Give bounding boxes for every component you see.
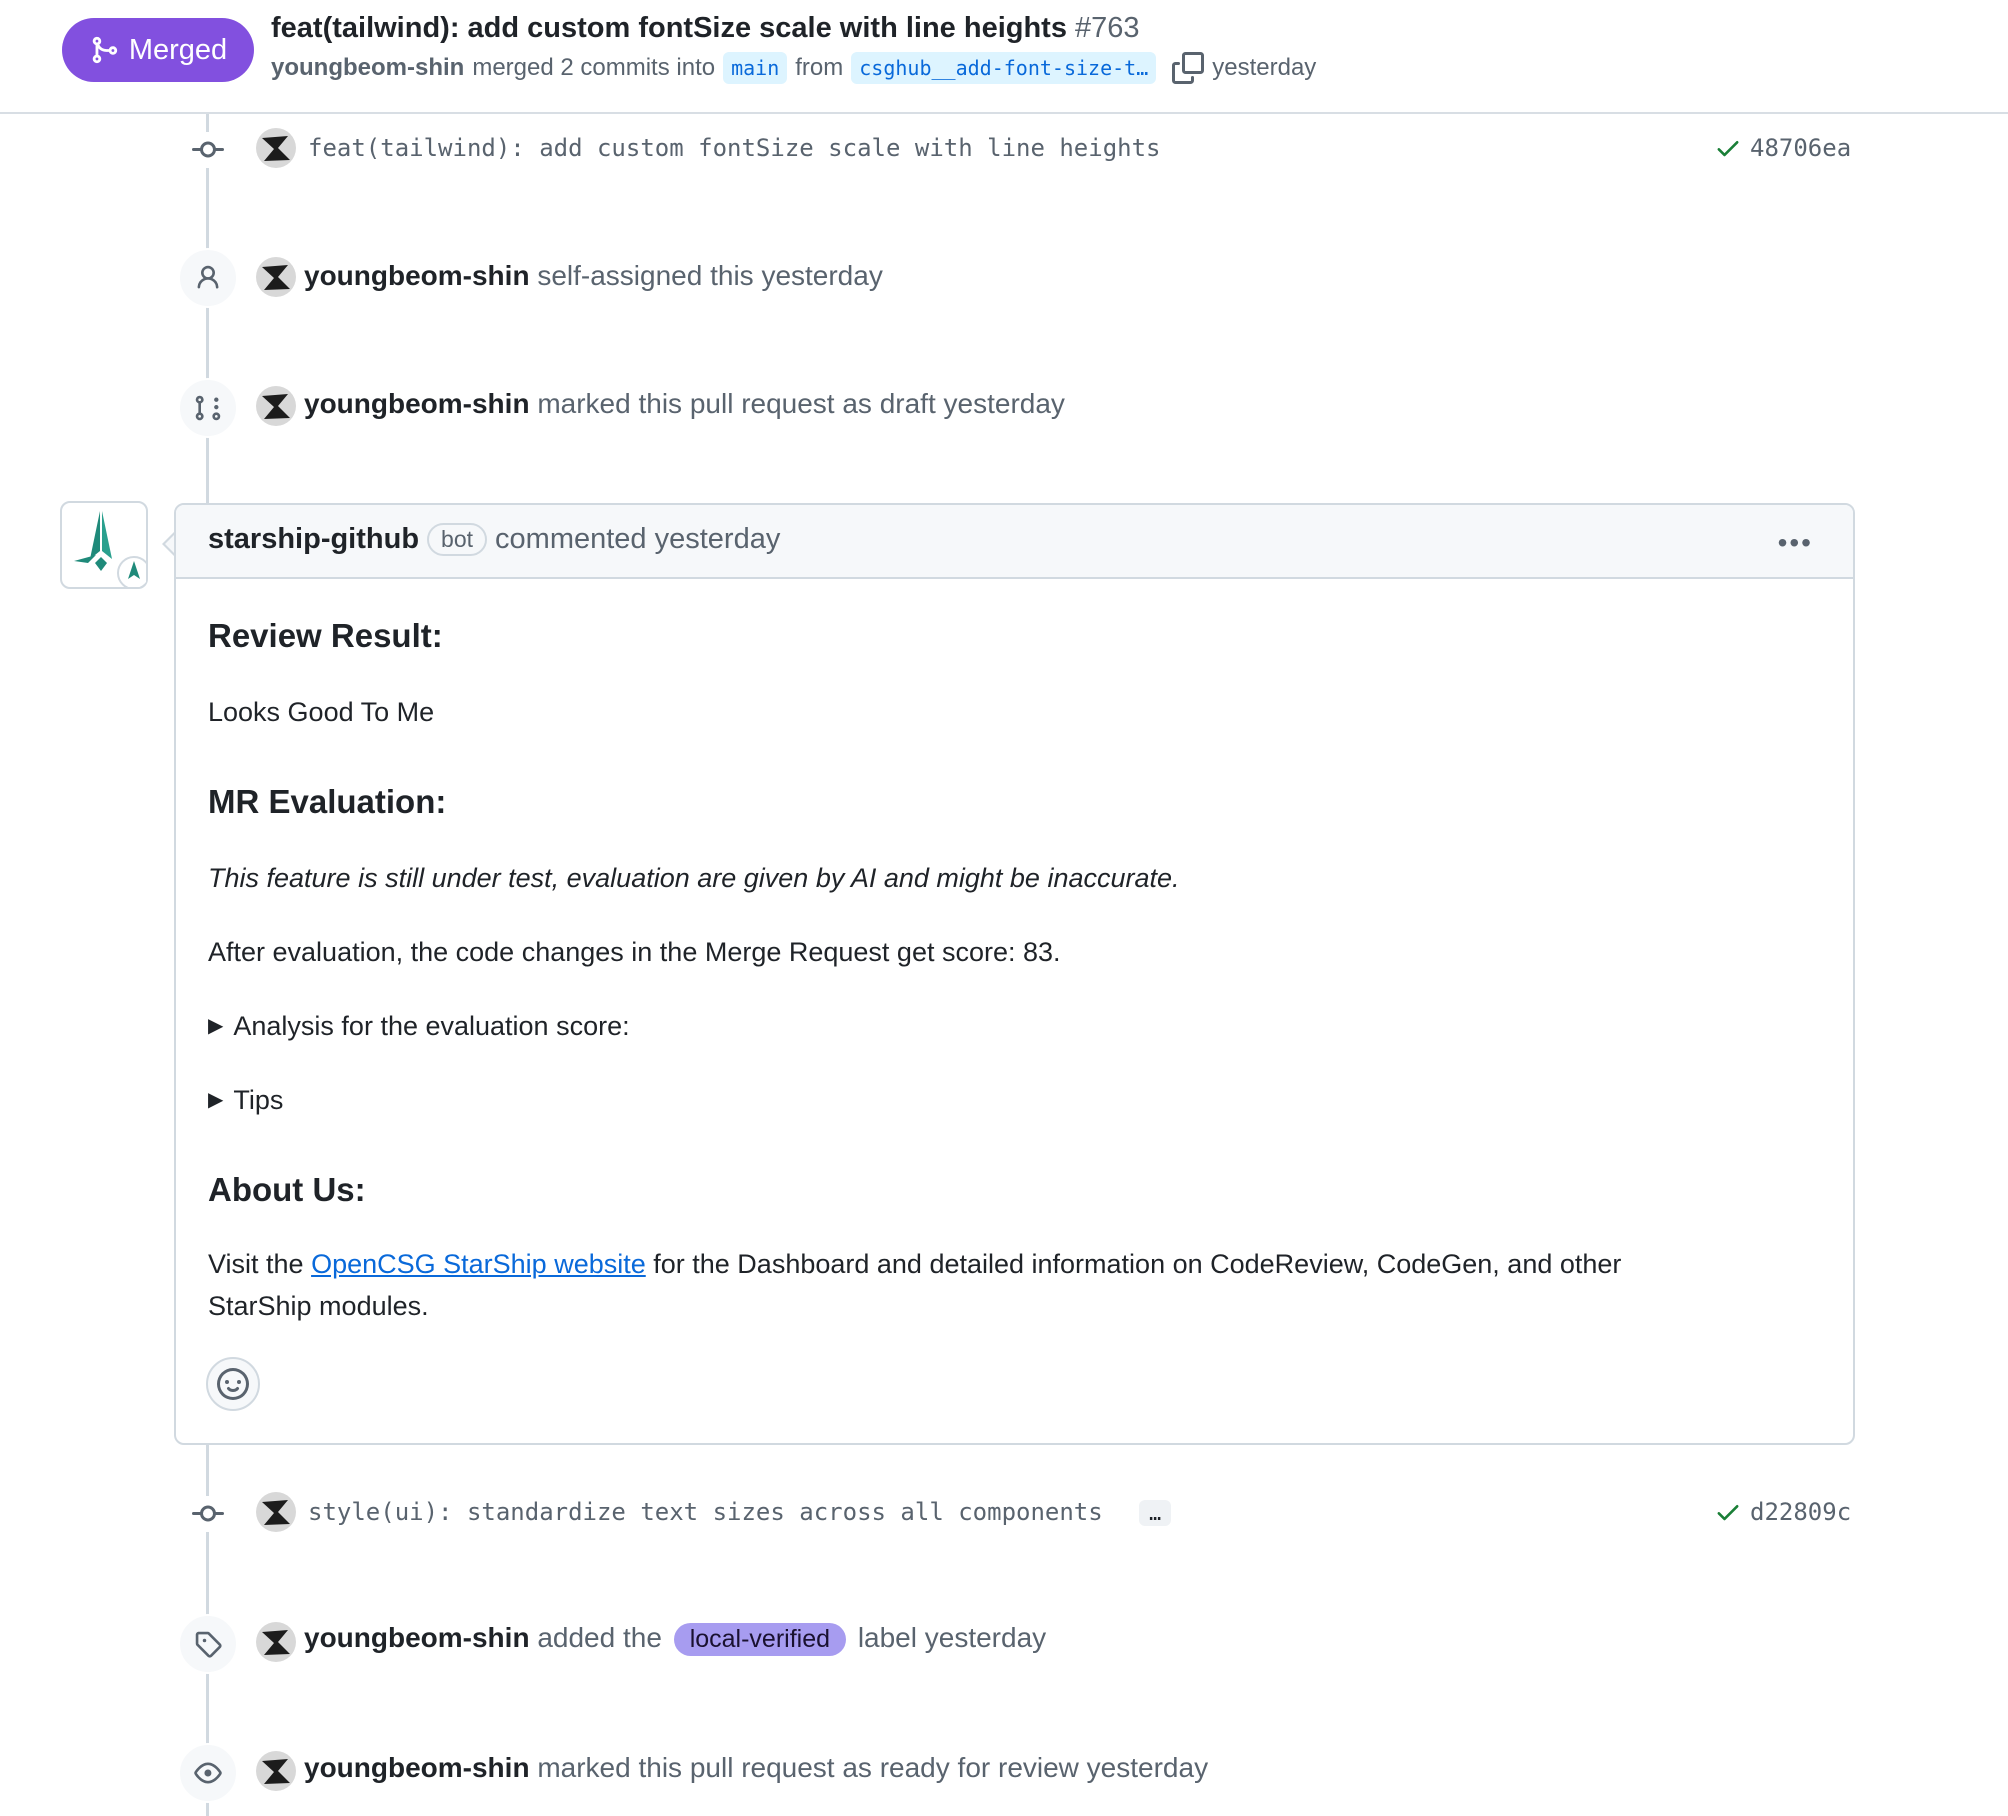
check-icon bbox=[1717, 141, 1739, 157]
event-text: marked this pull request as draft yester… bbox=[537, 388, 1065, 419]
assign-event-badge bbox=[178, 248, 238, 308]
event-user[interactable]: youngbeom-shin bbox=[304, 1752, 530, 1783]
base-branch[interactable]: main bbox=[723, 52, 788, 84]
git-merge-icon bbox=[92, 36, 117, 64]
avatar[interactable] bbox=[256, 257, 296, 297]
review-result-heading: Review Result: bbox=[208, 617, 443, 654]
details-tips-label: Tips bbox=[233, 1085, 284, 1115]
mr-evaluation-heading: MR Evaluation: bbox=[208, 783, 447, 820]
git-commit-icon bbox=[192, 141, 224, 158]
comment-author-line: starship-github bot commented yesterday bbox=[208, 523, 780, 556]
assign-event: youngbeom-shin self-assigned this yester… bbox=[304, 260, 883, 292]
avatar[interactable] bbox=[256, 1492, 296, 1532]
avatar[interactable] bbox=[256, 386, 296, 426]
starship-website-link[interactable]: OpenCSG StarShip website bbox=[311, 1249, 646, 1279]
comment-box: starship-github bot commented yesterday … bbox=[174, 503, 1855, 1445]
commit-sha[interactable]: d22809c bbox=[1714, 1498, 1851, 1526]
commit-message: style(ui): standardize text sizes across… bbox=[308, 1498, 1172, 1526]
about-suffix: for the Dashboard and detailed informati… bbox=[653, 1249, 1622, 1279]
git-commit-icon bbox=[192, 1505, 224, 1522]
event-text-prefix: added the bbox=[537, 1622, 662, 1653]
draft-event-badge bbox=[178, 378, 238, 438]
check-icon bbox=[1717, 1505, 1739, 1521]
triangle-right-icon: ▶ bbox=[208, 1015, 224, 1037]
evaluation-note: This feature is still under test, evalua… bbox=[208, 863, 1180, 893]
review-result-text: Looks Good To Me bbox=[208, 697, 435, 727]
details-analysis[interactable]: ▶ Analysis for the evaluation score: bbox=[208, 1005, 630, 1047]
pr-title-text: feat(tailwind): add custom fontSize scal… bbox=[271, 12, 1067, 44]
about-us-heading: About Us: bbox=[208, 1171, 366, 1208]
about-text-line2: StarShip modules. bbox=[208, 1291, 429, 1321]
commit-sha[interactable]: 48706ea bbox=[1714, 134, 1851, 162]
smiley-icon bbox=[217, 1368, 249, 1400]
avatar[interactable] bbox=[256, 1622, 296, 1662]
merged-status-label: Merged bbox=[128, 33, 228, 66]
comment-author[interactable]: starship-github bbox=[208, 523, 419, 556]
ready-event: youngbeom-shin marked this pull request … bbox=[304, 1752, 1208, 1784]
draft-event: youngbeom-shin marked this pull request … bbox=[304, 388, 1065, 420]
ready-event-badge bbox=[178, 1743, 238, 1803]
commit-sha-text: d22809c bbox=[1750, 1498, 1852, 1526]
avatar[interactable] bbox=[256, 1751, 296, 1791]
about-text: Visit the OpenCSG StarShip website for t… bbox=[208, 1243, 1818, 1285]
avatar[interactable] bbox=[256, 128, 296, 168]
copy-button[interactable] bbox=[1172, 52, 1205, 84]
merged-status-badge: Merged bbox=[62, 18, 254, 82]
details-tips[interactable]: ▶ Tips bbox=[208, 1079, 283, 1121]
add-reaction-button[interactable] bbox=[206, 1357, 260, 1411]
expand-commit-button[interactable]: … bbox=[1139, 1500, 1172, 1526]
evaluation-score: After evaluation, the code changes in th… bbox=[208, 937, 1061, 967]
pr-number: #763 bbox=[1075, 12, 1140, 44]
bot-avatar[interactable] bbox=[60, 501, 151, 590]
event-user[interactable]: youngbeom-shin bbox=[304, 1622, 530, 1653]
merged-text: merged 2 commits into bbox=[472, 54, 716, 81]
eye-icon bbox=[194, 1762, 222, 1784]
starship-logo-icon bbox=[74, 511, 151, 590]
merged-time: yesterday bbox=[1212, 54, 1317, 81]
pr-meta: youngbeom-shin merged 2 commits into mai… bbox=[271, 52, 1316, 84]
commit-node bbox=[190, 1496, 226, 1532]
commit-node bbox=[190, 132, 226, 168]
commit-message-text[interactable]: style(ui): standardize text sizes across… bbox=[308, 1498, 1103, 1526]
label-local-verified[interactable]: local-verified bbox=[673, 1623, 847, 1657]
about-prefix: Visit the bbox=[208, 1249, 304, 1279]
event-text-suffix: label yesterday bbox=[857, 1622, 1047, 1653]
bot-tag: bot bbox=[427, 523, 488, 556]
event-user[interactable]: youngbeom-shin bbox=[304, 260, 530, 291]
git-pull-request-draft-icon bbox=[195, 395, 221, 421]
event-text: marked this pull request as ready for re… bbox=[537, 1752, 1209, 1783]
copy-icon bbox=[1172, 52, 1205, 84]
details-analysis-label: Analysis for the evaluation score: bbox=[233, 1011, 630, 1041]
comment-header: starship-github bot commented yesterday … bbox=[176, 505, 1853, 579]
label-event-badge bbox=[178, 1614, 238, 1674]
commit-sha-text: 48706ea bbox=[1750, 134, 1852, 162]
from-text: from bbox=[795, 54, 844, 81]
comment-action[interactable]: commented yesterday bbox=[495, 523, 780, 556]
pr-author[interactable]: youngbeom-shin bbox=[271, 54, 464, 82]
event-user[interactable]: youngbeom-shin bbox=[304, 388, 530, 419]
pr-header: Merged feat(tailwind): add custom fontSi… bbox=[0, 0, 2008, 114]
pr-title: feat(tailwind): add custom fontSize scal… bbox=[271, 12, 1140, 45]
timeline-line bbox=[206, 114, 209, 503]
person-icon bbox=[197, 265, 219, 289]
label-event: youngbeom-shin added the local-verified … bbox=[304, 1622, 1047, 1657]
event-text: self-assigned this yesterday bbox=[537, 260, 883, 291]
head-branch[interactable]: csghub__add-font-size-t… bbox=[851, 52, 1157, 84]
comment-menu-button[interactable]: ••• bbox=[1778, 527, 1813, 559]
tag-icon bbox=[195, 1631, 222, 1658]
triangle-right-icon: ▶ bbox=[208, 1089, 224, 1111]
commit-message[interactable]: feat(tailwind): add custom fontSize scal… bbox=[308, 134, 1161, 162]
